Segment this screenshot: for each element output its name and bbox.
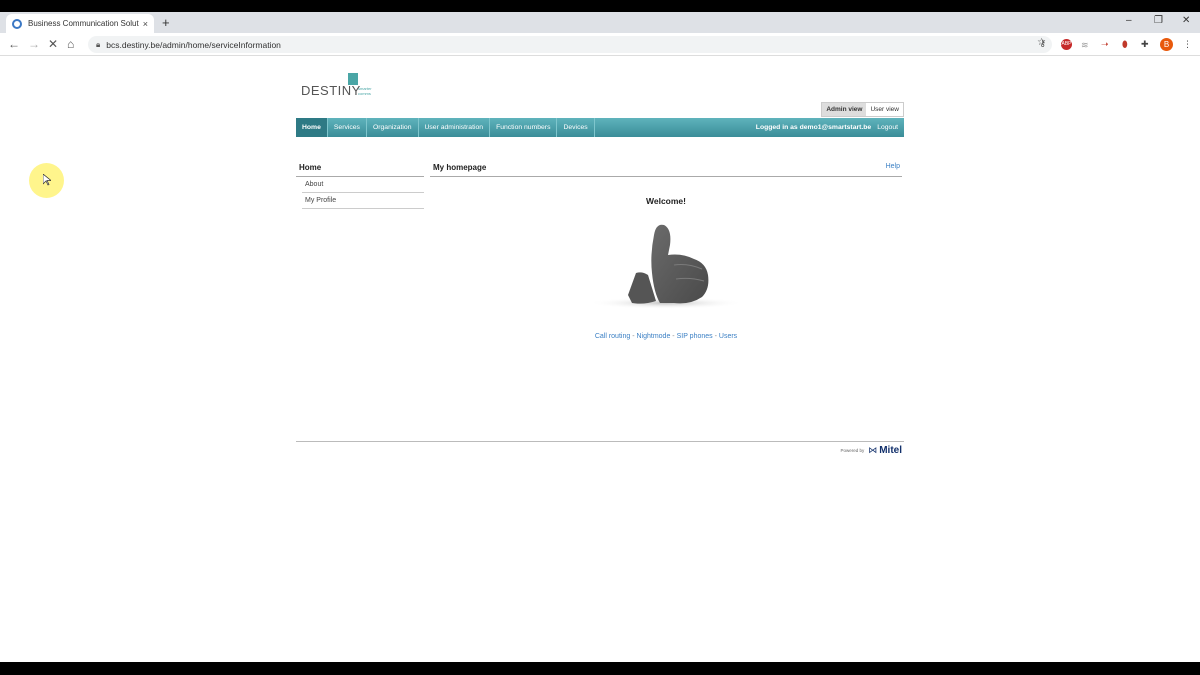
help-link[interactable]: Help — [886, 163, 900, 172]
nav-services[interactable]: Services — [328, 118, 367, 137]
logo-text: DESTINY — [301, 83, 361, 98]
nav-devices[interactable]: Devices — [557, 118, 595, 137]
logout-link[interactable]: Logout — [877, 124, 904, 131]
logo-tagline-line2: comms — [358, 91, 371, 96]
link-users[interactable]: Users — [719, 333, 737, 340]
logo-tagline: smarter comms — [358, 86, 372, 96]
tab-close-icon[interactable]: × — [143, 19, 148, 29]
admin-view-tab[interactable]: Admin view — [822, 103, 867, 116]
close-window-button[interactable]: ✕ — [1182, 15, 1190, 26]
profile-avatar[interactable]: B — [1160, 38, 1173, 51]
tab-title: Business Communication Solutio — [28, 19, 139, 28]
nav-user-administration[interactable]: User administration — [419, 118, 491, 137]
sidebar-item-about[interactable]: About — [302, 177, 424, 193]
shield-extension-icon[interactable]: ⬮ — [1122, 39, 1128, 50]
mitel-brand: Mitel — [879, 445, 902, 456]
sidebar-item-my-profile[interactable]: My Profile — [302, 193, 424, 209]
adblock-icon[interactable]: ABP — [1061, 39, 1072, 50]
main-content: My homepage Help Welcome! Call routing -… — [430, 163, 902, 340]
quick-links: Call routing - Nightmode - SIP phones - … — [430, 333, 902, 340]
nav-function-numbers[interactable]: Function numbers — [490, 118, 558, 137]
stop-loading-icon[interactable]: ✕ — [48, 37, 58, 51]
arrow-extension-icon[interactable]: ➝ — [1101, 39, 1109, 50]
mitel-logo-icon: ⋈ — [868, 445, 878, 455]
view-switcher: Admin view User view — [821, 102, 904, 117]
welcome-heading: Welcome! — [646, 196, 686, 206]
user-view-tab[interactable]: User view — [866, 103, 903, 116]
powered-by-label: Powered by — [840, 448, 865, 453]
sidebar-heading: Home — [296, 163, 424, 177]
favicon-icon — [12, 18, 22, 29]
minimize-button[interactable]: – — [1126, 15, 1132, 26]
new-tab-button[interactable]: + — [162, 15, 170, 30]
page-title: My homepage — [433, 163, 487, 172]
nav-organization[interactable]: Organization — [367, 118, 419, 137]
sidebar: Home About My Profile — [296, 163, 424, 209]
browser-tab[interactable]: Business Communication Solutio × — [6, 14, 154, 33]
link-call-routing[interactable]: Call routing — [595, 333, 630, 340]
link-sip-phones[interactable]: SIP phones — [677, 333, 713, 340]
footer-divider — [296, 441, 904, 442]
wifi-extension-icon[interactable]: ≋ — [1081, 40, 1089, 51]
browser-window: Business Communication Solutio × + – ❐ ✕… — [0, 12, 1200, 662]
video-frame: Business Communication Solutio × + – ❐ ✕… — [0, 0, 1200, 675]
address-bar[interactable]: 🔒︎ bcs.destiny.be/admin/home/serviceInfo… — [88, 36, 1052, 53]
puzzle-extensions-icon[interactable]: ✚ — [1141, 39, 1149, 50]
powered-by: Powered by ⋈ Mitel — [840, 445, 902, 456]
logo-mark-icon — [348, 73, 358, 85]
tab-strip: Business Communication Solutio × + – ❐ ✕ — [0, 12, 1200, 33]
link-nightmode[interactable]: Nightmode — [636, 333, 670, 340]
main-navigation: Home Services Organization User administ… — [296, 118, 904, 137]
nav-user-area: Logged in as demo1@smartstart.be Logout — [756, 124, 904, 131]
logged-in-label: Logged in as demo1@smartstart.be — [755, 124, 872, 131]
home-icon[interactable]: ⌂ — [67, 37, 74, 51]
lock-icon: 🔒︎ — [96, 39, 101, 49]
restore-button[interactable]: ❐ — [1154, 15, 1163, 26]
content-header: My homepage Help — [430, 163, 902, 177]
browser-toolbar: ← → ✕ ⌂ 🔒︎ bcs.destiny.be/admin/home/ser… — [0, 33, 1200, 56]
back-arrow-icon[interactable]: ← — [8, 37, 20, 51]
nav-home[interactable]: Home — [296, 118, 328, 137]
url-text: bcs.destiny.be/admin/home/serviceInforma… — [106, 39, 281, 50]
forward-arrow-icon[interactable]: → — [28, 37, 40, 51]
destiny-logo[interactable]: DESTINY smarter comms — [301, 73, 381, 101]
bookmark-star-icon[interactable]: ☆ — [1037, 37, 1046, 48]
mouse-pointer-icon — [43, 174, 51, 186]
menu-kebab-icon[interactable]: ⋮ — [1183, 39, 1192, 50]
thumbs-up-icon — [588, 224, 744, 309]
